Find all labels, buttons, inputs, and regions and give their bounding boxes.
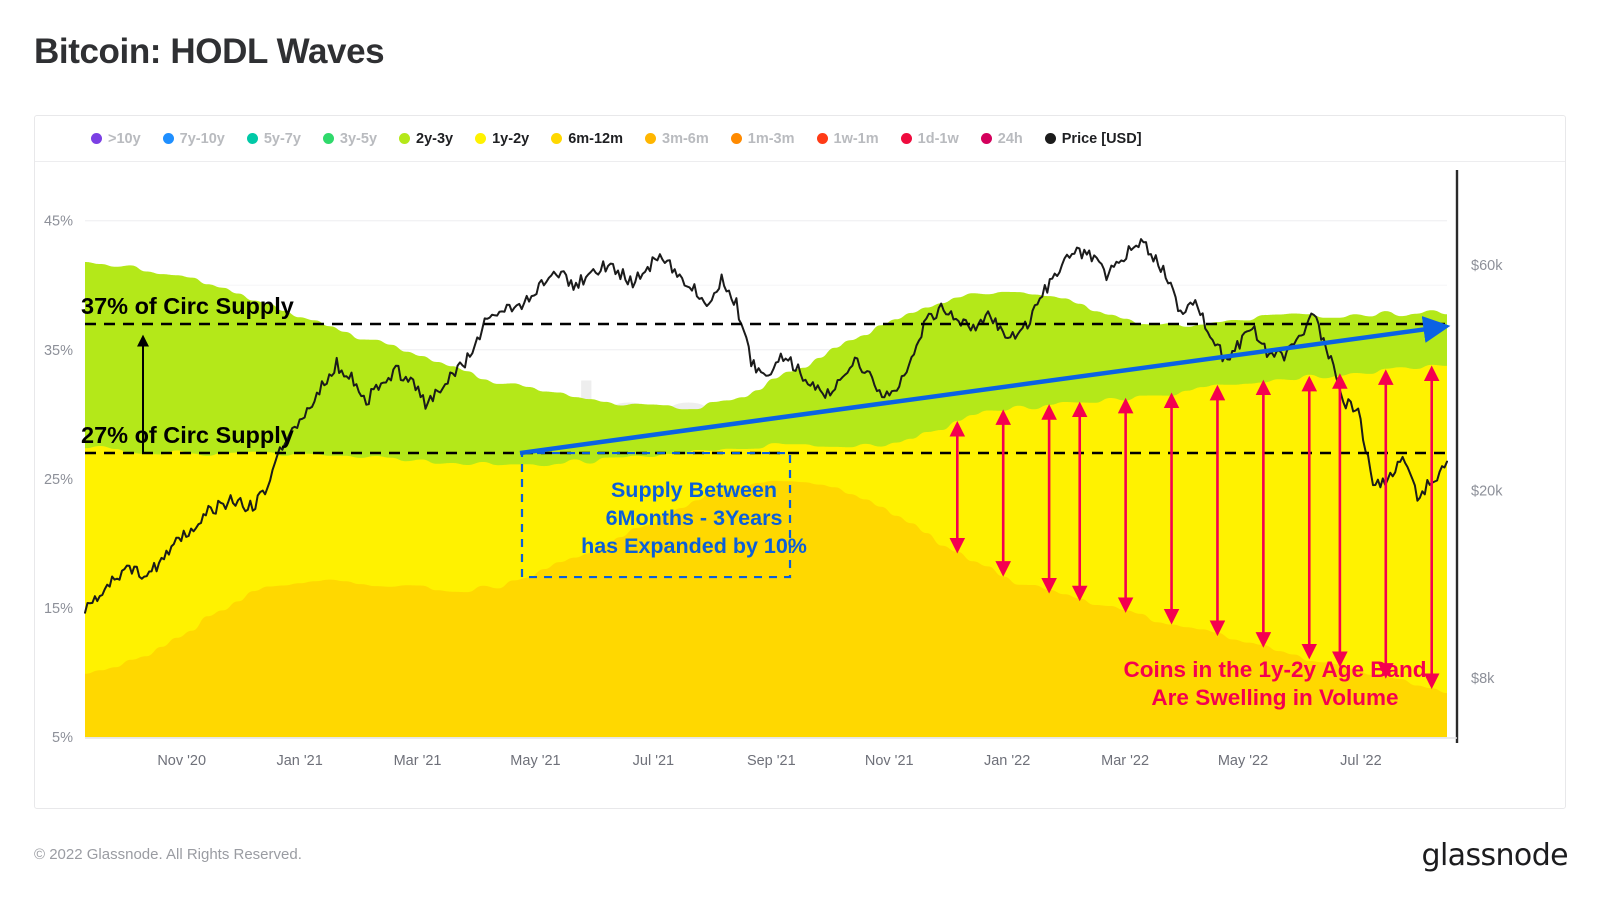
legend-item-label: 6m-12m bbox=[568, 130, 624, 147]
y-axis-right: $60k $20k $8k bbox=[1455, 170, 1503, 743]
y-tick-label: 45% bbox=[44, 214, 73, 230]
legend-color-dot bbox=[730, 133, 742, 144]
footer-copyright: © 2022 Glassnode. All Rights Reserved. bbox=[34, 846, 302, 863]
legend-item-5y-7y[interactable]: 5y-7y bbox=[246, 130, 301, 147]
x-tick-label: Jul '22 bbox=[1340, 753, 1381, 769]
y-tick-label: 15% bbox=[44, 601, 73, 617]
legend-color-dot bbox=[551, 133, 563, 144]
legend-color-dot bbox=[246, 133, 258, 144]
legend-item-2y-3y[interactable]: 2y-3y bbox=[399, 131, 453, 147]
chart-card: >10y 7y-10y 5y-7y 3y-5y 2y-3y 1y-2y 6m-12m 3m-6… bbox=[34, 115, 1566, 809]
legend-item-7y-10y[interactable]: 7y-10y bbox=[162, 130, 225, 147]
legend-item-3m-6m[interactable]: 3m-6m bbox=[645, 131, 709, 147]
legend-color-dot bbox=[399, 133, 411, 144]
legend-item-label: 1d-1w bbox=[917, 130, 959, 147]
legend-color-dot bbox=[162, 133, 174, 144]
legend-item-label: 24h bbox=[997, 130, 1023, 147]
x-tick-label: Jan '22 bbox=[984, 753, 1030, 769]
legend-item-label: 3y-5y bbox=[339, 130, 378, 147]
legend-color-dot bbox=[475, 133, 487, 144]
legend-item-label: 2y-3y bbox=[416, 130, 454, 147]
chart-legend: >10y 7y-10y 5y-7y 3y-5y 2y-3y 1y-2y 6m-12m 3m-6… bbox=[35, 116, 1565, 162]
legend-color-dot bbox=[980, 133, 992, 144]
plot-area: glassnode37% of Circ Supply27% of Circ S… bbox=[35, 162, 1565, 808]
legend-item-label: >10y bbox=[108, 130, 141, 147]
legend-item-3y-5y[interactable]: 3y-5y bbox=[322, 130, 378, 147]
x-tick-label: Mar '21 bbox=[394, 753, 442, 769]
legend-item-label: 1w-1m bbox=[833, 130, 879, 147]
legend-item-1m-3m[interactable]: 1m-3m bbox=[730, 130, 795, 147]
legend-item-1d-1w[interactable]: 1d-1w bbox=[900, 130, 959, 147]
legend-item-24h[interactable]: 24h bbox=[980, 130, 1023, 147]
legend-item-label: 1m-3m bbox=[747, 130, 795, 147]
y-right-tick-label: $20k bbox=[1471, 483, 1503, 499]
hodl-waves-chart: glassnode37% of Circ Supply27% of Circ S… bbox=[44, 170, 1503, 769]
x-tick-label: Nov '21 bbox=[865, 753, 914, 769]
legend-item-6m-12m[interactable]: 6m-12m bbox=[551, 131, 623, 147]
x-tick-label: Mar '22 bbox=[1101, 753, 1149, 769]
legend-color-dot bbox=[816, 133, 828, 144]
lower-band-label: 27% of Circ Supply bbox=[81, 422, 294, 448]
y-tick-label: 25% bbox=[44, 472, 73, 488]
legend-item-label: 1y-2y bbox=[492, 130, 530, 147]
legend-item-label: 3m-6m bbox=[662, 130, 709, 147]
x-tick-label: May '21 bbox=[510, 753, 560, 769]
legend-item-price-usd[interactable]: Price [USD] bbox=[1044, 130, 1142, 147]
legend-color-dot bbox=[645, 133, 657, 144]
x-tick-label: Nov '20 bbox=[157, 753, 206, 769]
blue-note-line1: Supply Between bbox=[611, 478, 777, 502]
legend-color-dot bbox=[1044, 133, 1056, 144]
red-note-line1: Coins in the 1y-2y Age Band bbox=[1124, 657, 1427, 682]
legend-item-1w-1m[interactable]: 1w-1m bbox=[816, 130, 879, 147]
legend-color-dot bbox=[91, 133, 102, 144]
x-tick-label: Jan '21 bbox=[276, 753, 322, 769]
y-axis-left: 45% 35% 25% 15% 5% bbox=[44, 214, 73, 746]
blue-note-line3: has Expanded by 10% bbox=[581, 534, 807, 558]
blue-note-line2: 6Months - 3Years bbox=[606, 506, 783, 530]
legend-color-dot bbox=[900, 133, 912, 144]
legend-item-label: Price [USD] bbox=[1061, 130, 1142, 147]
legend-item-label: 7y-10y bbox=[179, 130, 225, 147]
y-tick-label: 35% bbox=[44, 343, 73, 359]
x-tick-label: Jul '21 bbox=[633, 753, 674, 769]
footer-logo: glassnode bbox=[1421, 838, 1569, 873]
red-note-line2: Are Swelling in Volume bbox=[1151, 685, 1398, 710]
x-tick-label: Sep '21 bbox=[747, 753, 796, 769]
x-axis: Nov '20 Jan '21 Mar '21 May '21 Jul '21 Sep '… bbox=[85, 737, 1457, 769]
x-tick-label: May '22 bbox=[1218, 753, 1268, 769]
upper-band-label: 37% of Circ Supply bbox=[81, 293, 294, 319]
page-title: Bitcoin: HODL Waves bbox=[34, 32, 385, 71]
y-right-tick-label: $8k bbox=[1471, 671, 1495, 687]
y-tick-label: 5% bbox=[52, 730, 73, 746]
legend-color-dot bbox=[322, 133, 334, 144]
legend-item-label: 5y-7y bbox=[263, 130, 301, 147]
legend-item-10y[interactable]: >10y bbox=[91, 131, 141, 147]
legend-item-1y-2y[interactable]: 1y-2y bbox=[475, 131, 529, 147]
y-right-tick-label: $60k bbox=[1471, 258, 1503, 274]
